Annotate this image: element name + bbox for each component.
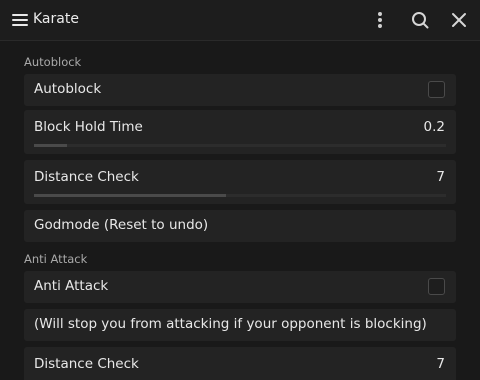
godmode-button[interactable]: Godmode (Reset to undo) bbox=[24, 210, 456, 242]
section-label-autoblock: Autoblock bbox=[24, 55, 82, 69]
autoblock-toggle-row[interactable]: Autoblock bbox=[24, 74, 456, 106]
block-hold-time-slider-row[interactable]: Block Hold Time 0.2 bbox=[24, 110, 456, 154]
block-hold-time-slider[interactable] bbox=[34, 144, 446, 147]
karate-window: Karate Autoblock Autoblock Block Hold Ti… bbox=[0, 0, 480, 380]
anti-attack-distance-check-value: 7 bbox=[436, 356, 445, 372]
anti-attack-info-text: (Will stop you from attacking if your op… bbox=[34, 316, 427, 332]
window-title: Karate bbox=[33, 11, 79, 27]
block-hold-time-label: Block Hold Time bbox=[34, 119, 143, 135]
hamburger-menu-icon[interactable] bbox=[12, 13, 28, 27]
section-label-anti-attack: Anti Attack bbox=[24, 252, 88, 266]
godmode-button-label: Godmode (Reset to undo) bbox=[34, 217, 209, 233]
search-icon[interactable] bbox=[410, 10, 430, 30]
autoblock-toggle-label: Autoblock bbox=[34, 81, 102, 97]
autoblock-checkbox[interactable] bbox=[428, 81, 445, 98]
anti-attack-toggle-row[interactable]: Anti Attack bbox=[24, 271, 456, 303]
anti-attack-toggle-label: Anti Attack bbox=[34, 278, 109, 294]
kebab-menu-icon[interactable] bbox=[370, 10, 390, 30]
anti-attack-checkbox[interactable] bbox=[428, 278, 445, 295]
block-hold-time-slider-fill bbox=[34, 144, 67, 147]
distance-check-label: Distance Check bbox=[34, 169, 139, 185]
anti-attack-distance-check-slider-row[interactable]: Distance Check 7 bbox=[24, 347, 456, 380]
anti-attack-distance-check-label: Distance Check bbox=[34, 356, 139, 372]
distance-check-value: 7 bbox=[436, 169, 445, 185]
options-content: Autoblock Autoblock Block Hold Time 0.2 … bbox=[0, 41, 480, 380]
title-bar: Karate bbox=[0, 0, 480, 41]
close-icon[interactable] bbox=[449, 10, 469, 30]
block-hold-time-value: 0.2 bbox=[423, 119, 445, 135]
anti-attack-info-row: (Will stop you from attacking if your op… bbox=[24, 309, 456, 341]
distance-check-slider-fill bbox=[34, 194, 226, 197]
distance-check-slider[interactable] bbox=[34, 194, 446, 197]
distance-check-slider-row[interactable]: Distance Check 7 bbox=[24, 160, 456, 204]
